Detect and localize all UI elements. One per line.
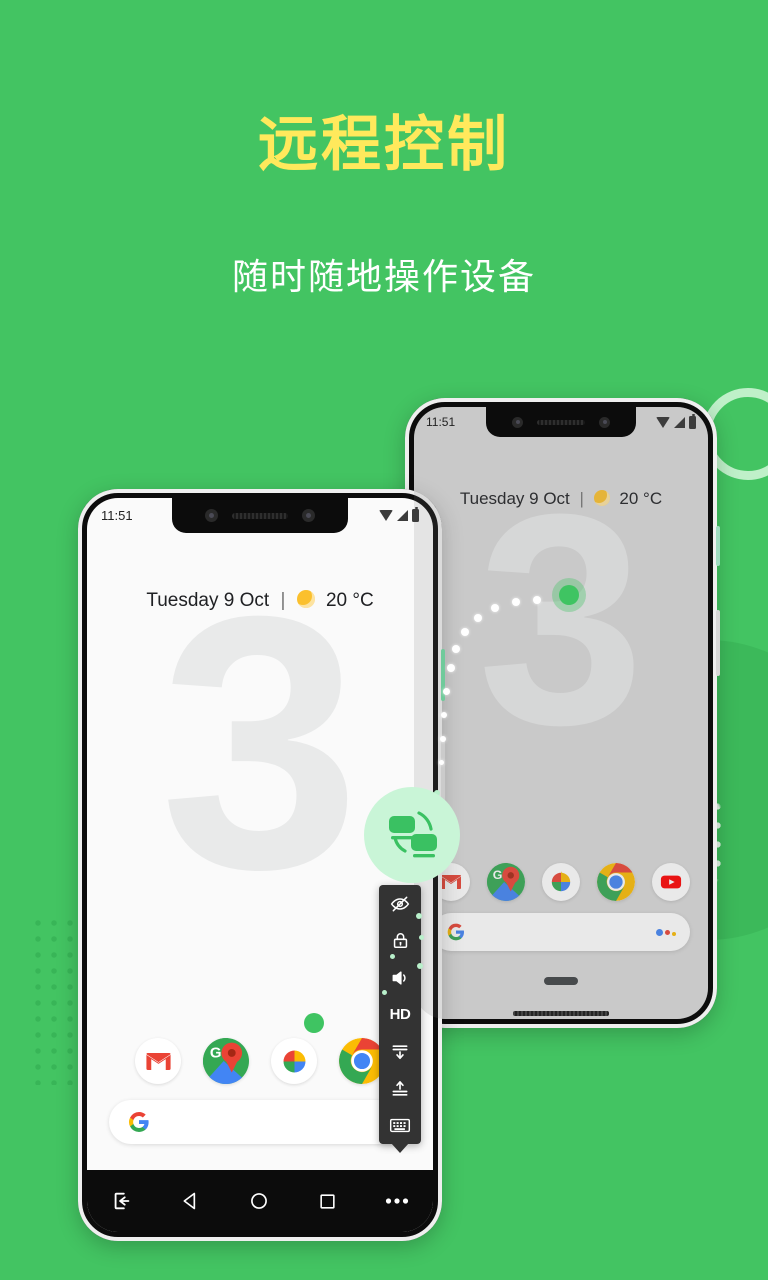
toolbar-spark xyxy=(417,963,423,969)
secondary-camera-icon xyxy=(302,509,315,522)
status-icons xyxy=(656,413,696,429)
cursor-trail-dot xyxy=(440,736,446,742)
front-phone-weather-widget: Tuesday 9 Oct | 20 °C xyxy=(87,590,433,612)
front-phone-navbar xyxy=(87,1170,433,1232)
app-icon-photos[interactable] xyxy=(542,863,580,901)
app-icon-youtube[interactable] xyxy=(652,863,690,901)
earpiece-speaker xyxy=(537,419,585,425)
toolbar-privacy-screen-button[interactable] xyxy=(379,885,421,922)
local-cursor-dot xyxy=(304,1013,324,1033)
remote-control-toolbar[interactable]: HD xyxy=(379,885,421,1153)
cursor-trail-dot xyxy=(439,760,444,765)
weather-date: Tuesday 9 Oct xyxy=(459,489,570,508)
signal-icon xyxy=(674,416,685,428)
back-phone-screen: 11:51 3 Tuesday 9 Oct | 20 °C G xyxy=(414,407,708,1019)
front-camera-icon xyxy=(205,509,218,522)
recents-square-icon[interactable] xyxy=(318,1192,337,1211)
home-circle-icon[interactable] xyxy=(249,1191,269,1211)
status-icons xyxy=(379,507,419,522)
back-triangle-icon[interactable] xyxy=(181,1191,201,1211)
svg-text:G: G xyxy=(210,1045,222,1062)
front-phone-wallpaper-glyph: 3 xyxy=(159,542,361,944)
google-g-icon xyxy=(447,923,464,941)
toolbar-quality-label: HD xyxy=(389,1006,411,1023)
toolbar-collapse-arrow[interactable] xyxy=(391,1143,409,1153)
toolbar-spark xyxy=(419,935,424,940)
app-icon-gmail[interactable] xyxy=(135,1038,181,1084)
app-icon-maps[interactable]: G xyxy=(487,863,525,901)
screen-share-badge[interactable] xyxy=(364,787,460,883)
remote-cursor-dot xyxy=(559,585,579,605)
front-camera-icon xyxy=(512,416,523,428)
cursor-trail-dot xyxy=(474,614,482,622)
sun-icon xyxy=(296,590,315,608)
toolbar-download-button[interactable] xyxy=(379,1033,421,1070)
secondary-camera-icon xyxy=(599,416,610,428)
back-phone-weather-widget: Tuesday 9 Oct | 20 °C xyxy=(414,489,708,509)
cursor-trail-dot xyxy=(447,664,455,672)
more-dots-icon[interactable] xyxy=(385,1197,409,1205)
front-phone-notch xyxy=(172,498,348,533)
cursor-trail-dot xyxy=(443,688,450,695)
cursor-trail-dot xyxy=(533,596,541,604)
weather-temperature: 20 °C xyxy=(325,590,374,611)
wifi-icon xyxy=(379,510,393,521)
back-phone: 11:51 3 Tuesday 9 Oct | 20 °C G xyxy=(405,398,720,1028)
svg-text:G: G xyxy=(493,868,503,882)
assistant-dots-icon[interactable] xyxy=(656,928,676,936)
toolbar-keyboard-button[interactable] xyxy=(379,1107,421,1144)
toolbar-lock-button[interactable] xyxy=(379,922,421,959)
bottom-speaker xyxy=(513,1011,609,1016)
battery-icon xyxy=(412,507,419,522)
wifi-icon xyxy=(656,416,670,428)
app-icon-chrome[interactable] xyxy=(597,863,635,901)
toolbar-quality-button[interactable]: HD xyxy=(379,996,421,1033)
back-phone-notch xyxy=(486,407,636,437)
back-phone-search-bar[interactable] xyxy=(432,913,690,951)
app-icon-photos[interactable] xyxy=(271,1038,317,1084)
google-g-icon xyxy=(129,1112,149,1132)
toolbar-spark xyxy=(382,990,387,995)
weather-date: Tuesday 9 Oct xyxy=(146,590,270,611)
toolbar-spark xyxy=(390,954,395,959)
exit-icon[interactable] xyxy=(111,1190,133,1212)
toolbar-spark xyxy=(416,913,422,919)
screen-share-icon xyxy=(389,811,437,858)
battery-icon xyxy=(689,413,696,429)
status-time: 11:51 xyxy=(426,415,456,429)
back-phone-chin xyxy=(405,1011,717,1016)
back-phone-dock: G xyxy=(414,863,708,901)
cursor-trail-dot xyxy=(452,645,460,653)
cursor-trail-dot xyxy=(461,628,469,636)
status-time: 11:51 xyxy=(101,508,133,523)
signal-icon xyxy=(397,510,408,521)
back-phone-home-pill[interactable] xyxy=(544,977,578,985)
cursor-trail-dot xyxy=(491,604,499,612)
sun-icon xyxy=(593,490,610,506)
toolbar-upload-button[interactable] xyxy=(379,1070,421,1107)
back-phone-wallpaper-glyph: 3 xyxy=(477,451,645,787)
promo-stage: 远程控制 随时随地操作设备 11:51 3 Tuesday 9 Oct | 20… xyxy=(0,0,768,1280)
weather-separator: | xyxy=(579,489,584,508)
front-phone-search-bar[interactable] xyxy=(109,1100,411,1144)
earpiece-speaker xyxy=(232,512,288,519)
cursor-trail-dot xyxy=(441,712,447,718)
app-icon-maps[interactable]: G xyxy=(203,1038,249,1084)
back-phone-power-button[interactable] xyxy=(716,526,720,566)
cursor-trail-dot xyxy=(512,598,520,606)
weather-separator: | xyxy=(280,590,286,611)
page-title: 远程控制 xyxy=(258,111,510,178)
weather-temperature: 20 °C xyxy=(619,489,663,508)
page-subtitle: 随时随地操作设备 xyxy=(231,256,536,297)
back-phone-volume-button[interactable] xyxy=(716,610,720,676)
